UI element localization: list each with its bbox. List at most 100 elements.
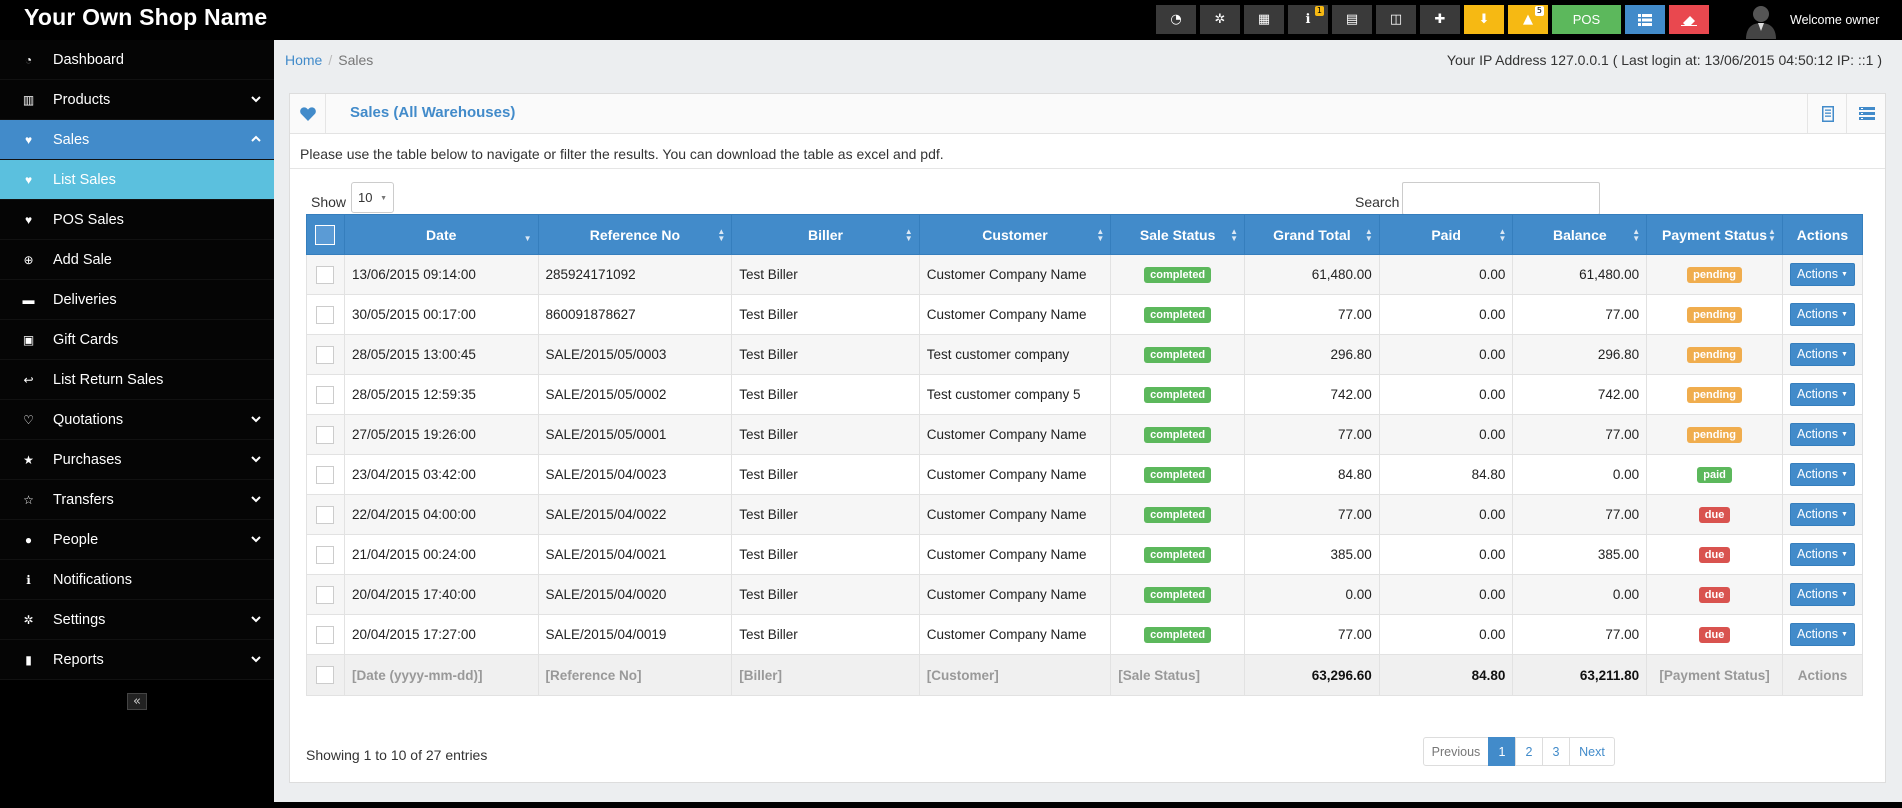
table-row[interactable]: 13/06/2015 09:14:00 285924171092 Test Bill… <box>306 254 1864 295</box>
pagination-page-1[interactable]: 1 <box>1488 737 1516 766</box>
column-header-payment-status[interactable]: Payment Status ▲ ▼ <box>1646 214 1783 255</box>
pos-button[interactable]: POS <box>1552 5 1621 34</box>
table-row[interactable]: 20/04/2015 17:27:00 SALE/2015/04/0019 Test… <box>306 614 1864 655</box>
row-checkbox[interactable] <box>316 345 335 364</box>
footer-sale-status-filter[interactable]: [Sale Status] <box>1110 654 1246 696</box>
actions-dropdown-button[interactable]: Actions ▼ <box>1790 263 1855 286</box>
cell-payment-status: pending <box>1646 334 1783 375</box>
row-checkbox[interactable] <box>316 625 335 644</box>
sidebar-item-purchases[interactable]: ★ Purchases <box>0 440 274 480</box>
sidebar-item-transfers[interactable]: ☆ Transfers <box>0 480 274 520</box>
sidebar-item-list-return-sales[interactable]: ↩ List Return Sales <box>0 360 274 400</box>
calendar-icon[interactable]: ▤ <box>1332 5 1372 34</box>
cell-customer: Customer Company Name <box>918 534 1112 575</box>
actions-dropdown-button[interactable]: Actions ▼ <box>1790 583 1855 606</box>
footer-payment-status-filter[interactable]: [Payment Status] <box>1646 654 1783 696</box>
page-length-select[interactable]: 10 ▼ <box>351 182 394 213</box>
footer-biller-filter[interactable]: [Biller] <box>731 654 920 696</box>
row-checkbox[interactable] <box>316 505 335 524</box>
sidebar-item-settings[interactable]: ✲ Settings <box>0 600 274 640</box>
column-header-biller[interactable]: Biller ▲ ▼ <box>731 214 920 255</box>
sidebar-item-add-sale[interactable]: ⊕ Add Sale <box>0 240 274 280</box>
sidebar-item-sales[interactable]: ♥ Sales <box>0 120 274 160</box>
row-checkbox[interactable] <box>316 585 335 604</box>
footer-ref-filter[interactable]: [Reference No] <box>537 654 733 696</box>
pagination-previous[interactable]: Previous <box>1423 737 1489 766</box>
notification-count-badge: 1 <box>1314 6 1324 16</box>
breadcrumb-home-link[interactable]: Home <box>285 52 322 68</box>
sort-icon: ▲ ▼ <box>1230 227 1239 243</box>
table-row[interactable]: 28/05/2015 13:00:45 SALE/2015/05/0003 Test… <box>306 334 1864 375</box>
sidebar-item-dashboard[interactable]: ◔ Dashboard <box>0 40 274 80</box>
language-flag-icon[interactable]: ✚ <box>1420 5 1460 34</box>
add-sale-icon[interactable] <box>1807 94 1847 133</box>
download-icon[interactable]: ⬇ <box>1464 5 1504 34</box>
breadcrumb-current: Sales <box>338 52 374 68</box>
actions-dropdown-button[interactable]: Actions ▼ <box>1790 343 1855 366</box>
table-row[interactable]: 27/05/2015 19:26:00 SALE/2015/05/0001 Test… <box>306 414 1864 455</box>
sidebar-item-products[interactable]: ▥ Products <box>0 80 274 120</box>
sidebar-collapse-button[interactable]: « <box>127 693 147 710</box>
alert-icon[interactable]: ▲ 5 <box>1508 5 1548 34</box>
select-all-checkbox[interactable] <box>315 224 336 245</box>
eraser-icon[interactable] <box>1669 5 1709 34</box>
table-row[interactable]: 28/05/2015 12:59:35 SALE/2015/05/0002 Test… <box>306 374 1864 415</box>
pagination-page-2[interactable]: 2 <box>1515 737 1543 766</box>
actions-dropdown-button[interactable]: Actions ▼ <box>1790 423 1855 446</box>
footer-customer-filter[interactable]: [Customer] <box>918 654 1112 696</box>
column-header-date[interactable]: Date ▼ <box>343 214 539 255</box>
column-header-label: Grand Total <box>1273 226 1351 243</box>
list-icon[interactable] <box>1625 5 1665 34</box>
column-header-reference-no[interactable]: Reference No ▲ ▼ <box>537 214 733 255</box>
row-checkbox[interactable] <box>316 465 335 484</box>
styles-icon[interactable]: ◫ <box>1376 5 1416 34</box>
column-header-balance[interactable]: Balance ▲ ▼ <box>1512 214 1648 255</box>
footer-date-filter[interactable]: [Date (yyyy-mm-dd)] <box>343 654 539 696</box>
row-checkbox[interactable] <box>316 425 335 444</box>
table-row[interactable]: 22/04/2015 04:00:00 SALE/2015/04/0022 Test… <box>306 494 1864 535</box>
cell-biller: Test Biller <box>731 454 920 495</box>
table-row[interactable]: 20/04/2015 17:40:00 SALE/2015/04/0020 Test… <box>306 574 1864 615</box>
actions-dropdown-button[interactable]: Actions ▼ <box>1790 503 1855 526</box>
brand-name[interactable]: Your Own Shop Name <box>24 4 267 31</box>
status-badge: completed <box>1144 627 1212 643</box>
search-input[interactable] <box>1402 182 1600 215</box>
settings-cogs-icon[interactable]: ✲ <box>1200 5 1240 34</box>
actions-dropdown-button[interactable]: Actions ▼ <box>1790 463 1855 486</box>
actions-label: Actions <box>1797 507 1838 522</box>
cell-actions: Actions ▼ <box>1781 334 1864 375</box>
calculator-icon[interactable]: ▦ <box>1244 5 1284 34</box>
sidebar-item-pos-sales[interactable]: ♥ POS Sales <box>0 200 274 240</box>
actions-dropdown-button[interactable]: Actions ▼ <box>1790 543 1855 566</box>
pagination-next[interactable]: Next <box>1569 737 1615 766</box>
column-header-customer[interactable]: Customer ▲ ▼ <box>918 214 1112 255</box>
column-header-sale-status[interactable]: Sale Status ▲ ▼ <box>1110 214 1246 255</box>
cell-customer: Customer Company Name <box>918 494 1112 535</box>
sidebar-item-deliveries[interactable]: ▬ Deliveries <box>0 280 274 320</box>
row-checkbox[interactable] <box>316 385 335 404</box>
plus-circle-icon: ⊕ <box>23 252 34 267</box>
table-row[interactable]: 21/04/2015 00:24:00 SALE/2015/04/0021 Test… <box>306 534 1864 575</box>
table-row[interactable]: 23/04/2015 03:42:00 SALE/2015/04/0023 Test… <box>306 454 1864 495</box>
actions-dropdown-button[interactable]: Actions ▼ <box>1790 303 1855 326</box>
row-checkbox[interactable] <box>316 305 335 324</box>
actions-dropdown-button[interactable]: Actions ▼ <box>1790 383 1855 406</box>
heart-icon: ♥ <box>24 212 33 227</box>
pagination-page-3[interactable]: 3 <box>1542 737 1570 766</box>
info-icon[interactable]: ℹ1 <box>1288 5 1328 34</box>
dashboard-icon[interactable]: ◔ <box>1156 5 1196 34</box>
actions-dropdown-button[interactable]: Actions ▼ <box>1790 623 1855 646</box>
user-menu[interactable]: Welcome owner <box>1742 0 1879 40</box>
sidebar-item-reports[interactable]: ▮ Reports <box>0 640 274 680</box>
sidebar-item-gift-cards[interactable]: ▣ Gift Cards <box>0 320 274 360</box>
row-checkbox[interactable] <box>316 265 335 284</box>
column-header-grand-total[interactable]: Grand Total ▲ ▼ <box>1244 214 1380 255</box>
toggle-columns-icon[interactable] <box>1846 94 1886 133</box>
sidebar-item-notifications[interactable]: ℹ Notifications <box>0 560 274 600</box>
sidebar-item-quotations[interactable]: ♡ Quotations <box>0 400 274 440</box>
row-checkbox[interactable] <box>316 545 335 564</box>
table-row[interactable]: 30/05/2015 00:17:00 860091878627 Test Bill… <box>306 294 1864 335</box>
sidebar-item-list-sales[interactable]: ♥ List Sales <box>0 160 274 200</box>
column-header-paid[interactable]: Paid ▲ ▼ <box>1378 214 1514 255</box>
sidebar-item-people[interactable]: ● People <box>0 520 274 560</box>
